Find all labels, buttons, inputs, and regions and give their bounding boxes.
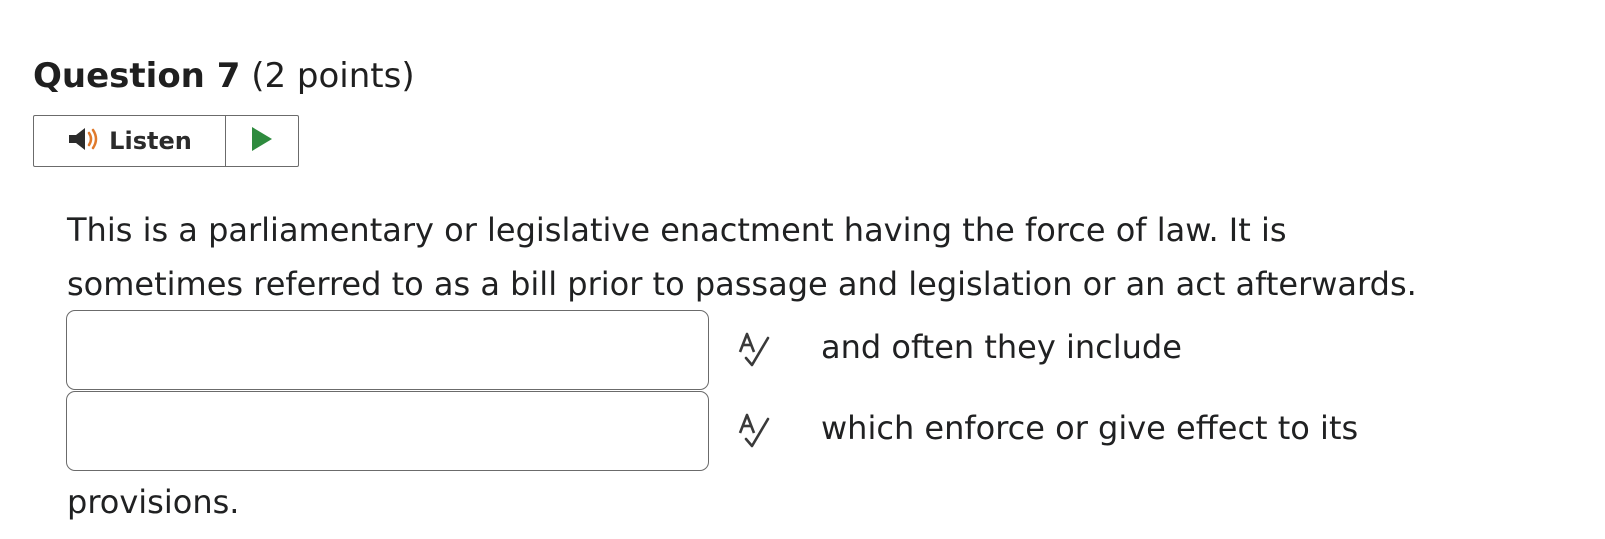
speaker-icon xyxy=(67,126,101,156)
play-icon xyxy=(250,126,274,156)
question-text-line: This is a parliamentary or legislative e… xyxy=(67,211,1287,249)
question-title: Question 7 xyxy=(33,56,241,96)
listen-button[interactable]: Listen xyxy=(34,116,226,166)
spell-check-icon[interactable] xyxy=(736,330,776,370)
question-text: This is a parliamentary or legislative e… xyxy=(67,203,1417,311)
trailing-text: provisions. xyxy=(67,483,240,521)
blank-input-1[interactable] xyxy=(66,310,709,390)
spell-check-icon[interactable] xyxy=(736,411,776,451)
listen-widget: Listen xyxy=(33,115,299,167)
question-text-line: sometimes referred to as a bill prior to… xyxy=(67,265,1417,303)
blank-after-text: and often they include xyxy=(821,328,1182,366)
play-button[interactable] xyxy=(226,116,298,166)
question-points: (2 points) xyxy=(251,56,415,96)
blank-input-2[interactable] xyxy=(66,391,709,471)
listen-label: Listen xyxy=(109,127,192,155)
question-header: Question 7 (2 points) xyxy=(33,52,415,100)
blank-after-text: which enforce or give effect to its xyxy=(821,409,1359,447)
